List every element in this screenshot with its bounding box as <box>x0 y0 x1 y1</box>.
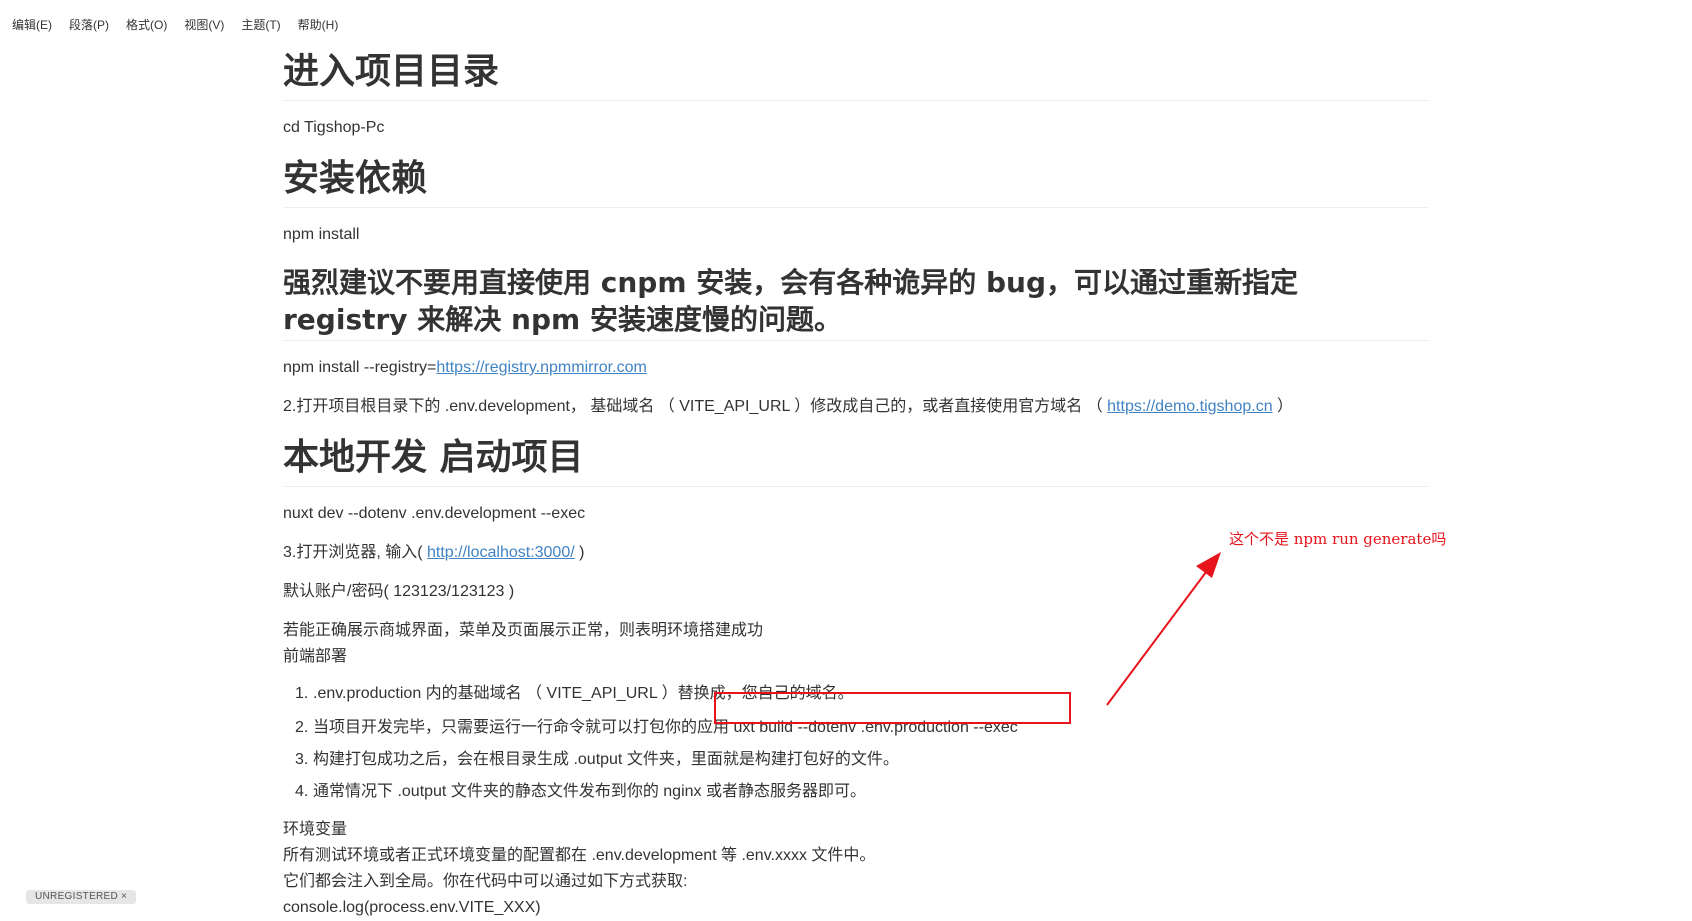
annotation-arrow-icon <box>1106 552 1221 706</box>
annotation-note: 这个不是 npm run generate吗 <box>1229 530 1447 548</box>
unregistered-badge[interactable]: UNREGISTERED × <box>26 890 137 904</box>
paragraph-console: console.log(process.env.VITE_XXX) <box>283 899 541 916</box>
